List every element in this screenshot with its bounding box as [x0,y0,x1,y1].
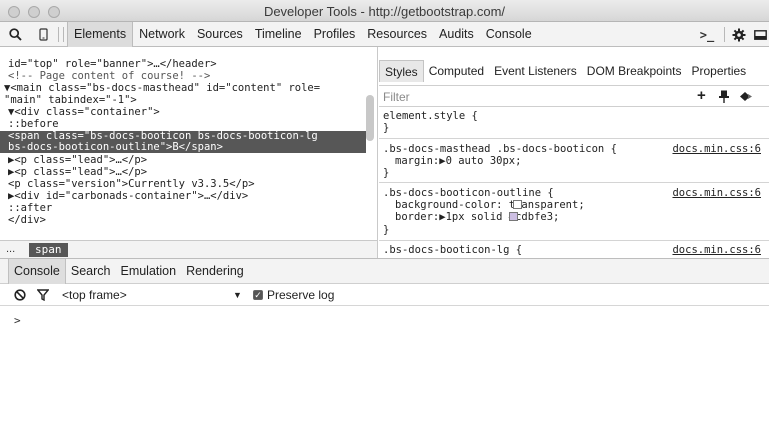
tab-dom-breakpoints[interactable]: DOM Breakpoints [582,60,687,82]
color-format-icon[interactable] [739,91,753,105]
styles-filter-input[interactable] [383,89,643,104]
rule-source-link[interactable]: docs.min.css:6 [672,143,761,155]
context-selector[interactable]: <top frame> [62,288,127,302]
dom-scrollbar[interactable] [366,95,374,141]
dom-node[interactable]: id="top" role="banner">…</header> [8,59,217,70]
dom-node[interactable]: ▶<div id="carbonads-container">…</div> [8,191,248,202]
drawer-tab-search[interactable]: Search [66,259,116,284]
rule-source-link[interactable]: docs.min.css:6 [672,244,761,256]
dom-node[interactable]: ▼<div class="container"> [8,107,160,118]
dock-side-icon[interactable] [752,22,768,47]
dom-node[interactable]: "main" tabindex="-1"> [4,95,137,106]
preserve-log-label[interactable]: Preserve log [267,288,334,302]
tab-console[interactable]: Console [480,22,538,47]
tab-computed[interactable]: Computed [424,60,489,82]
css-declaration[interactable]: background-color: transparent; [395,199,585,211]
css-declaration[interactable]: border:▶1px solid #cdbfe3; [395,211,559,223]
transparent-swatch[interactable] [513,200,522,209]
dom-pseudo[interactable]: ::after [8,203,52,214]
drawer-tab-console[interactable]: Console [8,259,66,284]
toolbar-separator [724,27,725,42]
rule-close-brace: } [383,167,390,179]
dom-node[interactable]: </div> [8,215,46,226]
styles-filter-bar: + [379,85,769,107]
css-declaration[interactable]: margin:▶0 auto 30px; [395,155,521,167]
dom-pseudo[interactable]: ::before [8,119,59,130]
console-toolbar: <top frame> ▼ ✓ Preserve log [0,284,769,306]
panel-tabs: Elements Network Sources Timeline Profil… [67,22,538,47]
dom-node[interactable]: ▼<main class="bs-docs-masthead" id="cont… [4,83,320,94]
dom-node[interactable]: <p class="version">Currently v3.3.5</p> [8,179,255,190]
console-output[interactable]: > [0,306,769,435]
tab-styles[interactable]: Styles [379,60,424,82]
declaration-text: border:▶1px solid #cdbfe3; [395,211,560,223]
preserve-log-checkbox[interactable]: ✓ [253,290,263,300]
breadcrumb-ellipsis[interactable]: ... [6,243,15,255]
search-icon[interactable] [6,22,24,47]
styles-sidebar: Styles Computed Event Listeners DOM Brea… [379,47,769,258]
clear-console-icon[interactable] [14,289,26,304]
drawer-tab-emulation[interactable]: Emulation [115,259,181,284]
pin-icon[interactable] [719,90,729,106]
tab-audits[interactable]: Audits [433,22,480,47]
dom-node[interactable]: ▶<p class="lead">…</p> [8,167,147,178]
tab-event-listeners[interactable]: Event Listeners [489,60,582,82]
gear-icon[interactable] [730,22,748,47]
tab-profiles[interactable]: Profiles [308,22,362,47]
console-prompt[interactable]: > [14,314,21,327]
dom-tree[interactable]: id="top" role="banner">…</header> <!-- P… [0,47,378,240]
style-rule: .bs-docs-masthead .bs-docs-booticon { do… [379,139,769,183]
style-rule: element.style { } [379,107,769,139]
console-drawer-icon[interactable]: >_ [696,22,718,47]
window-title-bar: Developer Tools - http://getbootstrap.co… [0,0,769,22]
tab-properties[interactable]: Properties [686,60,751,82]
tab-sources[interactable]: Sources [191,22,249,47]
window-title: Developer Tools - http://getbootstrap.co… [263,4,506,19]
rule-source-link[interactable]: docs.min.css:6 [672,187,761,199]
rule-close-brace: } [383,122,390,134]
style-rule: .bs-docs-booticon-lg { docs.min.css:6 [379,241,769,258]
toolbar-separator [58,27,59,42]
rule-selector[interactable]: .bs-docs-booticon-lg { [383,244,522,256]
dom-comment[interactable]: <!-- Page content of course! --> [8,71,210,82]
rule-selector[interactable]: .bs-docs-masthead .bs-docs-booticon { [383,143,617,155]
chevron-down-icon[interactable]: ▼ [233,290,242,300]
toolbar-separator [63,27,64,42]
tab-timeline[interactable]: Timeline [249,22,308,47]
tab-resources[interactable]: Resources [361,22,433,47]
breadcrumb: ... span [0,240,378,258]
sidebar-tabs: Styles Computed Event Listeners DOM Brea… [379,60,751,84]
breadcrumb-item-span[interactable]: span [29,243,68,257]
dom-node-selected[interactable]: bs-docs-booticon-outline">B</span> [0,142,366,153]
tab-elements[interactable]: Elements [67,22,134,47]
declaration-text: background-color: transparent; [395,199,585,211]
rule-selector[interactable]: .bs-docs-booticon-outline { [383,187,554,199]
device-mode-icon[interactable] [36,22,50,47]
style-rule: .bs-docs-booticon-outline { docs.min.css… [379,183,769,241]
dom-node[interactable]: ▶<p class="lead">…</p> [8,155,147,166]
rule-selector[interactable]: element.style { [383,110,478,122]
drawer-tabs: Console Search Emulation Rendering [0,258,769,284]
add-rule-icon[interactable]: + [697,87,706,104]
drawer-tab-rendering[interactable]: Rendering [181,259,249,284]
tab-network[interactable]: Network [133,22,191,47]
rule-close-brace: } [383,224,390,236]
devtools-toolbar: Elements Network Sources Timeline Profil… [0,22,769,47]
color-swatch[interactable] [509,212,518,221]
filter-icon[interactable] [36,289,50,304]
